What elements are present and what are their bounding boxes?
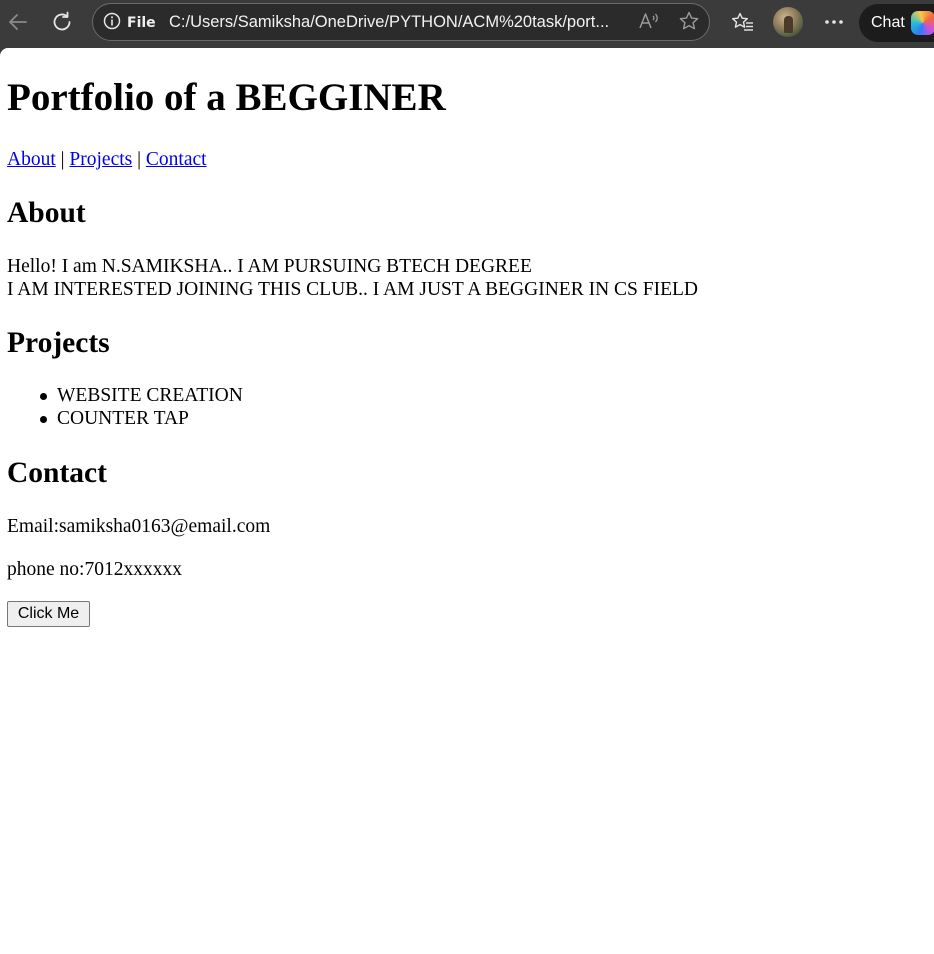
nav-link-about[interactable]: About [7,149,56,170]
site-info-button[interactable]: File [103,12,156,34]
nav-bar: About | Projects | Contact [7,148,207,172]
page-title: Portfolio of a BEGGINER [7,76,446,119]
chat-label: Chat [871,14,905,31]
more-icon [823,19,845,25]
projects-list: WEBSITE CREATION COUNTER TAP [40,384,243,430]
copilot-icon [911,11,934,35]
site-info-label: File [127,15,156,31]
read-aloud-button[interactable] [638,12,660,34]
about-heading: About [7,197,86,229]
favorites-button[interactable] [727,6,759,38]
add-favorite-button[interactable] [678,10,700,37]
more-button[interactable] [818,6,850,38]
about-line-1: Hello! I am N.SAMIKSHA.. I AM PURSUING B… [7,256,532,277]
contact-email: Email:samiksha0163@email.com [7,516,271,537]
page-content: Portfolio of a BEGGINER About | Projects… [0,48,934,954]
favorite-star-icon [678,10,700,37]
back-arrow-icon [7,11,29,33]
browser-toolbar: File C:/Users/Samiksha/OneDrive/PYTHON/A… [0,0,934,48]
refresh-icon [50,10,74,34]
click-me-button[interactable]: Click Me [7,601,90,627]
favorites-icon [731,11,755,33]
info-icon [103,12,121,34]
refresh-button[interactable] [46,6,78,38]
contact-heading: Contact [7,457,107,489]
nav-link-contact[interactable]: Contact [146,149,207,170]
nav-link-projects[interactable]: Projects [69,149,132,170]
back-button[interactable] [2,6,34,38]
url-text[interactable]: C:/Users/Samiksha/OneDrive/PYTHON/ACM%20… [169,13,629,32]
copilot-chat-button[interactable]: Chat [859,4,934,42]
projects-heading: Projects [7,327,110,359]
address-bar[interactable]: File C:/Users/Samiksha/OneDrive/PYTHON/A… [92,3,710,41]
list-item: COUNTER TAP [40,407,243,430]
nav-separator: | [137,149,142,170]
list-item: WEBSITE CREATION [40,385,243,406]
profile-avatar[interactable] [773,7,803,37]
avatar-figure [784,16,793,33]
read-aloud-icon [638,11,660,36]
nav-separator: | [60,149,65,170]
about-line-2: I AM INTERESTED JOINING THIS CLUB.. I AM… [7,279,699,300]
contact-phone: phone no:7012xxxxxx [7,559,182,580]
